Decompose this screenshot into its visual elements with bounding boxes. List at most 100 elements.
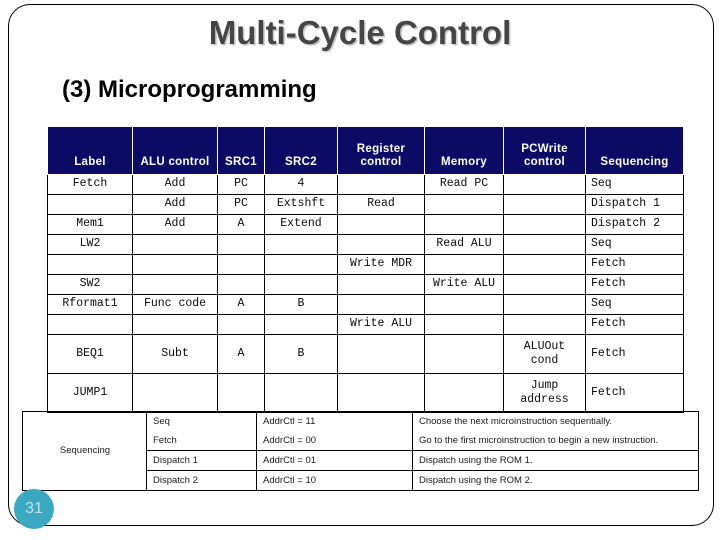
- table-row: BEQ1 Subt A B ALUOut cond Fetch: [47, 334, 684, 374]
- sequencing-legend-name: Dispatch 1: [146, 450, 257, 471]
- cell-sequencing: Fetch: [585, 373, 684, 413]
- cell-src2: [264, 274, 338, 295]
- sequencing-legend-label: Sequencing: [22, 411, 147, 491]
- cell-register-control: [337, 373, 425, 413]
- cell-memory: [424, 214, 504, 235]
- sequencing-legend-description: Choose the next microinstruction sequent…: [412, 411, 699, 431]
- table-row: LW2 Read ALU Seq: [47, 234, 684, 255]
- sequencing-legend-name: Dispatch 2: [146, 470, 257, 491]
- cell-alu-control: [132, 373, 218, 413]
- cell-pcwrite-control: [503, 194, 586, 215]
- page-title: Multi-Cycle Control: [208, 14, 512, 51]
- cell-memory: Read PC: [424, 174, 504, 195]
- cell-src2: [264, 234, 338, 255]
- cell-alu-control: [132, 254, 218, 275]
- table-row: Add PC Extshft Read Dispatch 1: [47, 194, 684, 215]
- cell-sequencing: Fetch: [585, 274, 684, 295]
- table-row: Mem1 Add A Extend Dispatch 2: [47, 214, 684, 235]
- cell-src2: B: [264, 334, 338, 374]
- cell-src2: [264, 373, 338, 413]
- cell-sequencing: Seq: [585, 234, 684, 255]
- cell-alu-control: Add: [132, 214, 218, 235]
- microprogram-table-container: Label ALU control SRC1 SRC2 Register con…: [47, 126, 684, 413]
- cell-register-control: Write MDR: [337, 254, 425, 275]
- cell-src2: 4: [264, 174, 338, 195]
- cell-src1: A: [217, 214, 265, 235]
- cell-memory: [424, 314, 504, 335]
- table-row: SW2 Write ALU Fetch: [47, 274, 684, 295]
- sequencing-legend-addrctl: AddrCtl = 01: [256, 450, 413, 471]
- col-header-register-control: Register control: [337, 126, 425, 175]
- cell-pcwrite-control: Jump address: [503, 373, 586, 413]
- cell-memory: Read ALU: [424, 234, 504, 255]
- cell-pcwrite-control: [503, 254, 586, 275]
- cell-src1: [217, 254, 265, 275]
- cell-register-control: [337, 234, 425, 255]
- cell-alu-control: [132, 274, 218, 295]
- slide-canvas: Multi-Cycle Control (3) Microprogramming…: [0, 0, 720, 540]
- cell-pcwrite-control: [503, 174, 586, 195]
- cell-src2: Extend: [264, 214, 338, 235]
- col-header-pcwrite-control: PCWrite control: [503, 126, 586, 175]
- sequencing-legend-description: Go to the first microinstruction to begi…: [412, 431, 699, 451]
- cell-src2: [264, 254, 338, 275]
- cell-memory: [424, 294, 504, 315]
- cell-src2: [264, 314, 338, 335]
- sequencing-legend-body: Sequencing Seq AddrCtl = 11 Choose the next…: [22, 411, 699, 491]
- microprogram-table-head: Label ALU control SRC1 SRC2 Register con…: [47, 126, 684, 175]
- cell-label: [47, 194, 133, 215]
- sequencing-legend-description: Dispatch using the ROM 2.: [412, 470, 699, 491]
- cell-src1: A: [217, 294, 265, 315]
- sequencing-legend-description: Dispatch using the ROM 1.: [412, 450, 699, 471]
- col-header-alu-control: ALU control: [132, 126, 218, 175]
- cell-memory: Write ALU: [424, 274, 504, 295]
- cell-src1: [217, 234, 265, 255]
- cell-src1: PC: [217, 194, 265, 215]
- cell-sequencing: Seq: [585, 174, 684, 195]
- cell-register-control: [337, 214, 425, 235]
- cell-memory: [424, 373, 504, 413]
- cell-src1: A: [217, 334, 265, 374]
- table-row: JUMP1 Jump address Fetch: [47, 373, 684, 413]
- sequencing-legend-addrctl: AddrCtl = 00: [256, 431, 413, 451]
- slide-subtitle: (3) Microprogramming: [62, 76, 317, 103]
- col-header-sequencing: Sequencing: [585, 126, 684, 175]
- cell-register-control: [337, 274, 425, 295]
- cell-alu-control: Add: [132, 174, 218, 195]
- cell-label: BEQ1: [47, 334, 133, 374]
- cell-src1: [217, 314, 265, 335]
- cell-register-control: Write ALU: [337, 314, 425, 335]
- cell-pcwrite-control: [503, 314, 586, 335]
- cell-memory: [424, 194, 504, 215]
- microprogram-table-body: Fetch Add PC 4 Read PC Seq Add PC Extshft Read Dis…: [47, 174, 684, 413]
- cell-alu-control: [132, 314, 218, 335]
- col-header-memory: Memory: [424, 126, 504, 175]
- col-header-src1: SRC1: [217, 126, 265, 175]
- cell-sequencing: Fetch: [585, 254, 684, 275]
- cell-sequencing: Dispatch 2: [585, 214, 684, 235]
- cell-src2: B: [264, 294, 338, 315]
- sequencing-legend-name: Seq: [146, 411, 257, 431]
- cell-label: [47, 314, 133, 335]
- cell-alu-control: Func code: [132, 294, 218, 315]
- cell-label: [47, 254, 133, 275]
- cell-src1: [217, 373, 265, 413]
- cell-register-control: [337, 174, 425, 195]
- cell-label: SW2: [47, 274, 133, 295]
- sequencing-legend-container: Sequencing Seq AddrCtl = 11 Choose the next…: [22, 411, 699, 491]
- cell-label: LW2: [47, 234, 133, 255]
- cell-register-control: [337, 294, 425, 315]
- cell-alu-control: Subt: [132, 334, 218, 374]
- cell-label: JUMP1: [47, 373, 133, 413]
- cell-memory: [424, 334, 504, 374]
- sequencing-legend-addrctl: AddrCtl = 10: [256, 470, 413, 491]
- cell-alu-control: [132, 234, 218, 255]
- sequencing-legend-table: Sequencing Seq AddrCtl = 11 Choose the next…: [22, 411, 699, 491]
- cell-pcwrite-control: ALUOut cond: [503, 334, 586, 374]
- cell-sequencing: Seq: [585, 294, 684, 315]
- table-header-row: Label ALU control SRC1 SRC2 Register con…: [47, 126, 684, 175]
- sequencing-legend-addrctl: AddrCtl = 11: [256, 411, 413, 431]
- cell-alu-control: Add: [132, 194, 218, 215]
- cell-pcwrite-control: [503, 274, 586, 295]
- cell-sequencing: Fetch: [585, 314, 684, 335]
